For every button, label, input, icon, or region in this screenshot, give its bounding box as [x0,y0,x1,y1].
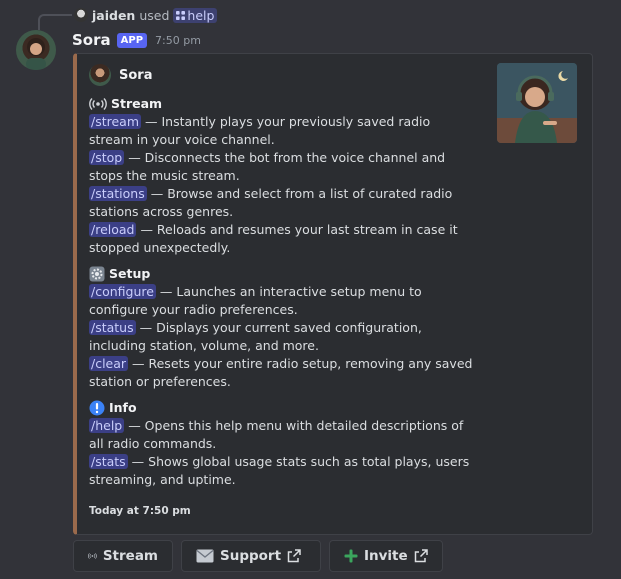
exclamation-icon [89,400,105,416]
external-link-icon [414,549,428,563]
command-description: — Instantly plays your previously saved … [89,114,431,147]
plus-icon [344,549,358,563]
command-item: /stream — Instantly plays your previousl… [89,113,474,149]
section-title-stream: Stream [89,95,474,113]
app-badge: APP [116,32,148,48]
command-description: — Reloads and resumes your last stream i… [89,222,458,255]
command-mention[interactable]: /stop [89,150,125,165]
section-title-info: Info [89,399,474,417]
reply-command[interactable]: help [173,7,218,23]
command-description: — Shows global usage stats such as total… [89,454,470,487]
command-item: /stop — Disconnects the bot from the voi… [89,149,474,185]
reply-avatar[interactable] [74,8,88,22]
reply-connector [38,14,72,30]
radio-waves-icon [88,553,97,559]
command-item: /status — Displays your current saved co… [89,319,474,355]
section-title-text: Setup [109,266,151,281]
embed-author: Sora [89,64,152,86]
avatar-image [26,38,46,70]
invite-button[interactable]: Invite [329,540,443,572]
lofi-girl-illustration [497,63,577,143]
command-mention[interactable]: /stations [89,186,147,201]
section-title-setup: Setup [89,265,474,283]
envelope-icon [196,549,214,563]
command-mention[interactable]: /reload [89,222,137,237]
section-title-text: Stream [111,96,163,111]
reply-context[interactable]: jaiden used help [74,6,218,24]
invite-button-label: Invite [364,548,408,564]
reply-action: used [139,7,170,23]
command-item: /reload — Reloads and resumes your last … [89,221,474,257]
stream-button-label: Stream [102,548,158,564]
embed-description: Stream /stream — Instantly plays your pr… [89,95,474,489]
message-header: Sora APP 7:50 pm [72,30,201,50]
action-buttons: Stream Support Invite [73,540,443,572]
command-description: — Disconnects the bot from the voice cha… [89,150,446,183]
reply-command-label: help [187,7,215,23]
command-description: — Resets your entire radio setup, removi… [89,356,473,389]
command-item: /clear — Resets your entire radio setup,… [89,355,474,391]
command-mention[interactable]: /clear [89,356,129,371]
embed-author-avatar [89,64,111,86]
message-timestamp[interactable]: 7:50 pm [155,34,201,47]
command-mention[interactable]: /configure [89,284,156,299]
support-button-label: Support [220,548,282,564]
command-mention[interactable]: /help [89,418,125,433]
stream-button[interactable]: Stream [73,540,173,572]
command-item: /stations — Browse and select from a lis… [89,185,474,221]
embed-thumbnail[interactable] [497,63,577,143]
help-embed: Sora Stream /stream — Instantly plays yo… [73,53,593,535]
command-mention[interactable]: /stats [89,454,128,469]
external-link-icon [287,549,301,563]
reply-username[interactable]: jaiden [92,8,135,23]
command-item: /stats — Shows global usage stats such a… [89,453,474,489]
command-description: — Opens this help menu with detailed des… [89,418,464,451]
section-title-text: Info [109,400,137,415]
command-item: /configure — Launches an interactive set… [89,283,474,319]
radio-waves-icon [89,98,107,110]
command-description: — Displays your current saved configurat… [89,320,422,353]
support-button[interactable]: Support [181,540,321,572]
author-name[interactable]: Sora [72,31,111,49]
command-mention[interactable]: /status [89,320,136,335]
author-avatar[interactable] [16,30,56,70]
gear-icon [89,266,105,282]
embed-author-name: Sora [119,67,153,83]
command-mention[interactable]: /stream [89,114,142,129]
slash-command-icon [176,10,186,20]
command-item: /help — Opens this help menu with detail… [89,417,474,453]
embed-footer: Today at 7:50 pm [89,505,191,517]
